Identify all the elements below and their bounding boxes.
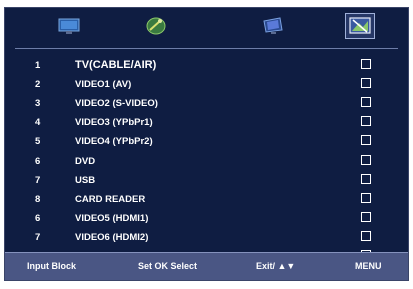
menu-title: Input Block xyxy=(27,261,76,271)
input-label: VIDEO6 (HDMI2) xyxy=(75,231,149,243)
exit-label: Exit xyxy=(256,261,273,271)
input-number: 1 xyxy=(35,60,41,71)
input-number: 3 xyxy=(35,98,41,110)
input-number: 6 xyxy=(35,155,41,167)
block-checkbox[interactable] xyxy=(361,97,371,108)
connection-tool-icon xyxy=(146,17,166,35)
input-label: TV(CABLE/AIR) xyxy=(75,59,157,71)
input-label: VIDEO5 (HDMI1) xyxy=(75,212,149,224)
menu-hint: MENU xyxy=(355,261,382,271)
input-label: DVD xyxy=(75,155,96,167)
tab-setup[interactable] xyxy=(142,14,170,38)
tab-input[interactable] xyxy=(345,13,375,39)
tab-display[interactable] xyxy=(259,14,287,38)
set-hint: Set OK Select xyxy=(138,261,198,271)
input-row[interactable]: 2 VIDEO1 (AV) xyxy=(5,75,408,94)
input-label: VIDEO3 (YPbPr1) xyxy=(75,117,153,129)
exit-hint: Exit/ ▲▼ xyxy=(256,261,295,271)
input-number: 8 xyxy=(35,193,41,205)
input-label: USB xyxy=(75,174,96,186)
osd-menu: 1 TV(CABLE/AIR) 2 VIDEO1 (AV) 3 VIDEO2 (S-VID… xyxy=(4,7,409,281)
input-row[interactable]: 7 USB xyxy=(5,171,408,190)
input-row[interactable]: 6 VIDEO5 (HDMI1) xyxy=(5,209,408,228)
footer-bar: Input Block Set OK Select Exit/ ▲▼ MENU xyxy=(5,252,408,280)
block-checkbox[interactable] xyxy=(361,135,371,146)
tab-bar xyxy=(5,8,408,46)
input-number: 7 xyxy=(35,174,41,186)
input-row[interactable]: 5 VIDEO4 (YPbPr2) xyxy=(5,132,408,151)
input-row[interactable]: 4 VIDEO3 (YPbPr1) xyxy=(5,113,408,132)
header-divider xyxy=(15,48,398,49)
input-row[interactable]: 3 VIDEO2 (S-VIDEO) xyxy=(5,94,408,113)
input-row[interactable]: 1 TV(CABLE/AIR) xyxy=(5,56,408,75)
input-number: 7 xyxy=(35,231,41,243)
input-label: VIDEO2 (S-VIDEO) xyxy=(75,98,158,110)
block-checkbox[interactable] xyxy=(361,230,371,241)
input-number: 2 xyxy=(35,79,41,91)
input-row[interactable]: 8 CARD READER xyxy=(5,190,408,209)
tv-screen-icon xyxy=(58,18,80,34)
input-number: 4 xyxy=(35,117,41,129)
block-checkbox[interactable] xyxy=(361,78,371,89)
input-label: CARD READER xyxy=(75,193,146,205)
nav-arrows-icon: / ▲▼ xyxy=(272,261,296,271)
monitor-tilted-icon xyxy=(263,17,283,34)
block-checkbox[interactable] xyxy=(361,173,371,184)
input-row[interactable]: 7 VIDEO6 (HDMI2) xyxy=(5,228,408,247)
block-checkbox[interactable] xyxy=(361,192,371,203)
input-label: VIDEO4 (YPbPr2) xyxy=(75,136,153,148)
tab-tv[interactable] xyxy=(55,14,83,38)
block-checkbox[interactable] xyxy=(361,59,371,69)
input-row[interactable]: 6 DVD xyxy=(5,152,408,171)
block-checkbox[interactable] xyxy=(361,211,371,222)
block-checkbox[interactable] xyxy=(361,116,371,127)
picture-adjust-icon xyxy=(349,17,371,34)
input-label: VIDEO1 (AV) xyxy=(75,79,132,91)
input-number: 5 xyxy=(35,136,41,148)
input-number: 6 xyxy=(35,212,41,224)
block-checkbox[interactable] xyxy=(361,154,371,165)
